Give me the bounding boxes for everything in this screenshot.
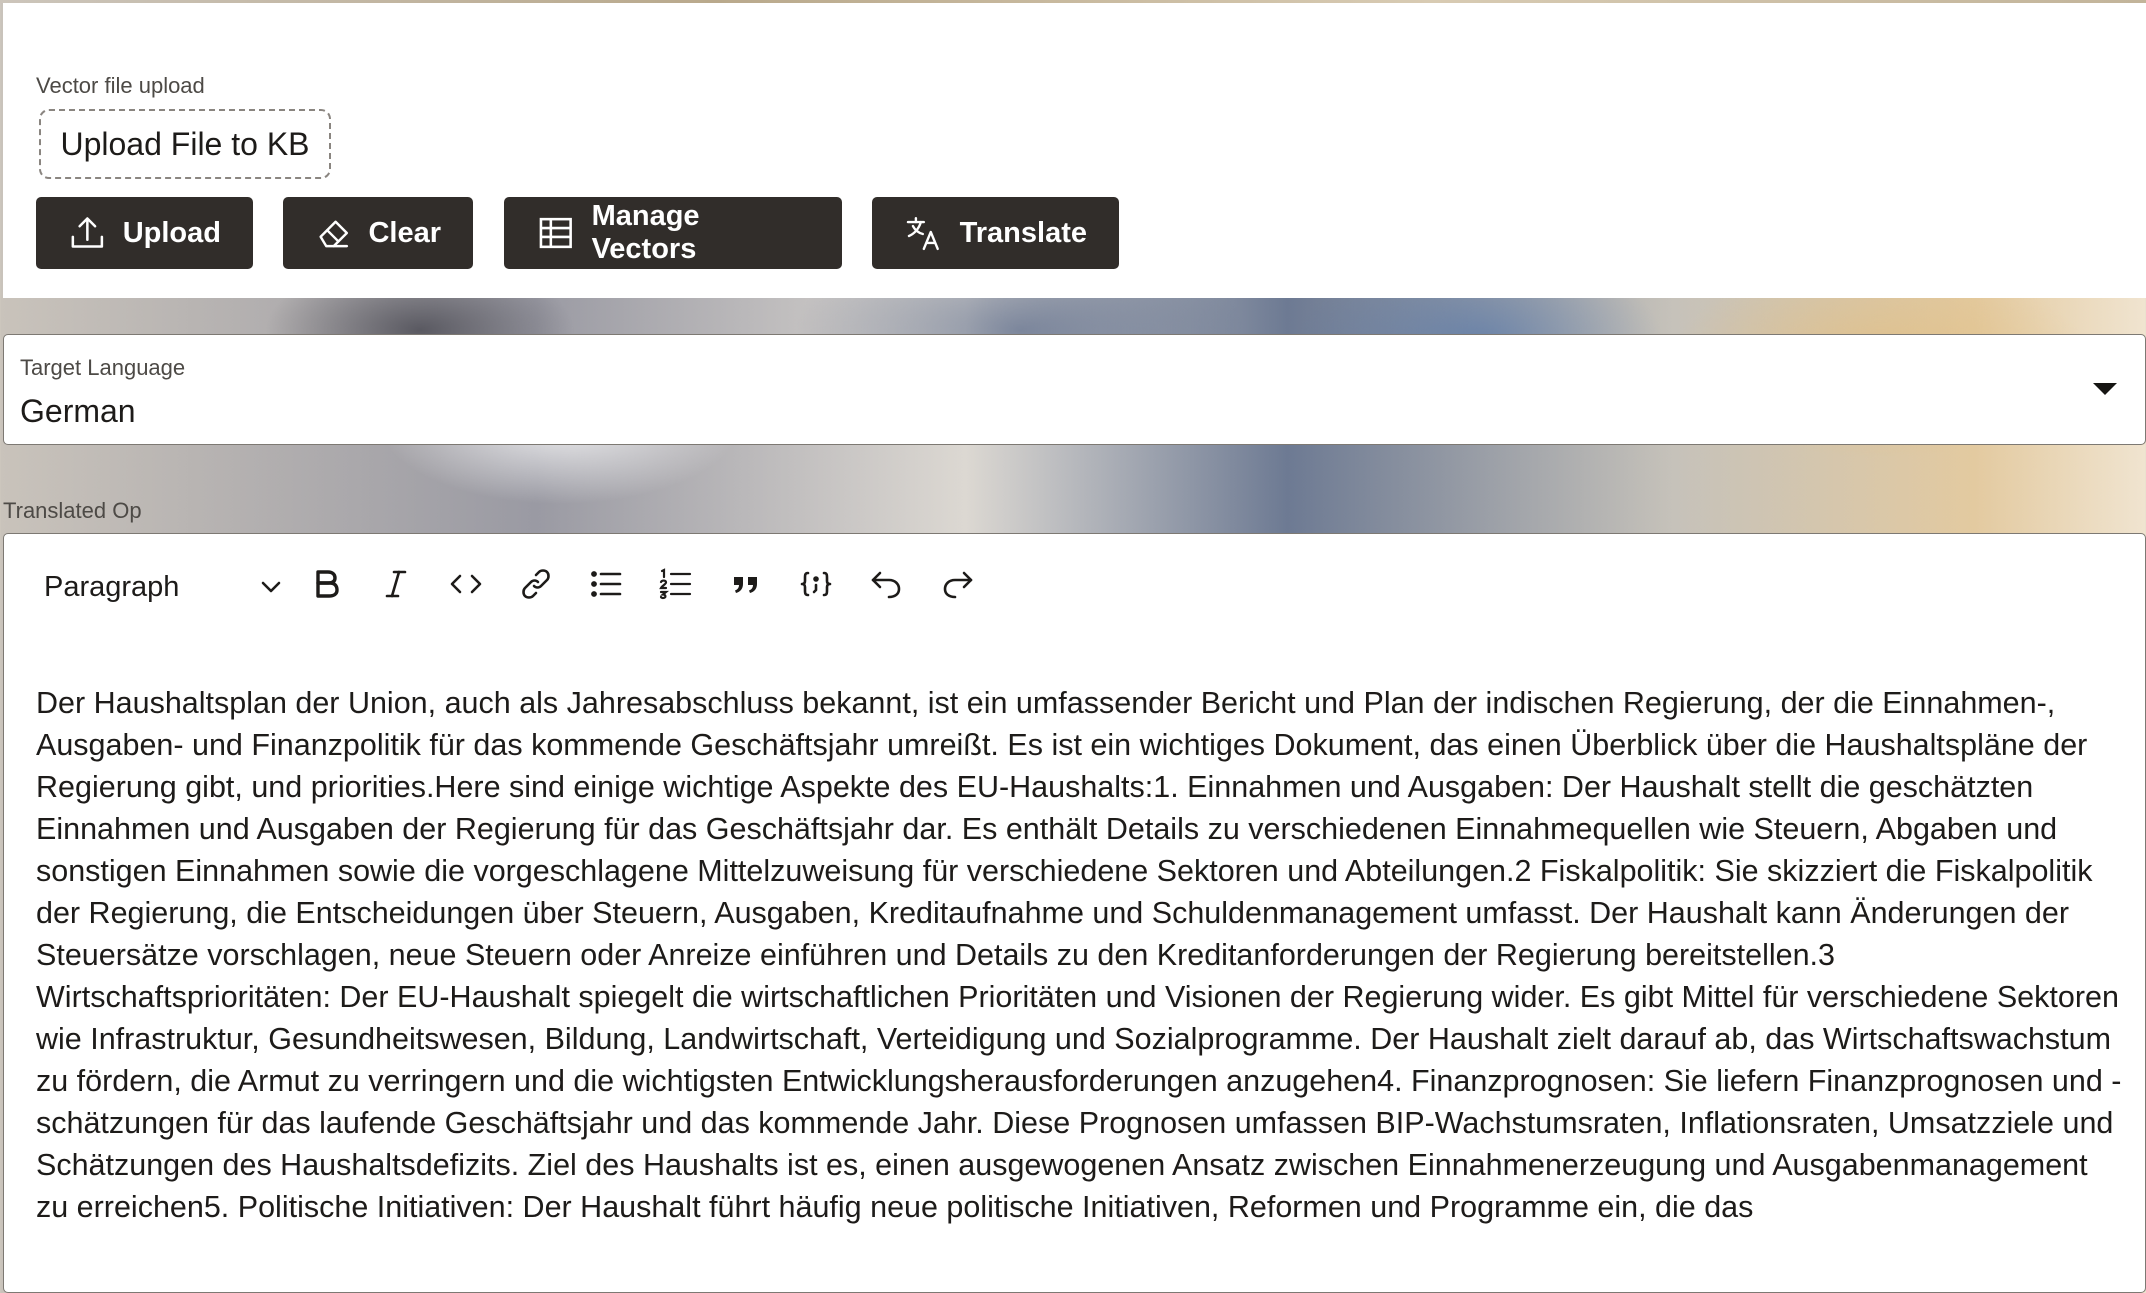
link-button[interactable]: [512, 560, 560, 608]
target-language-value: German: [20, 393, 136, 429]
eraser-icon: [319, 220, 349, 248]
block-format-value: Paragraph: [44, 570, 180, 603]
blockquote-button[interactable]: [722, 560, 770, 608]
bulleted-list-icon: [591, 571, 622, 597]
rich-text-editor: Paragraph Der Haushaltsplan der Union, a…: [3, 533, 2146, 1293]
undo-button[interactable]: [862, 560, 910, 608]
target-language-label: Target Language: [20, 355, 186, 380]
italic-button[interactable]: [372, 560, 420, 608]
clear-button-label: Clear: [368, 216, 441, 249]
chevron-down-icon: [261, 581, 281, 593]
redo-icon: [943, 571, 973, 599]
translate-icon: [906, 216, 939, 251]
bold-icon: [316, 570, 339, 598]
table-icon: [539, 217, 572, 249]
editor-content-paragraph[interactable]: Der Haushaltsplan der Union, auch als Ja…: [36, 682, 2126, 1228]
link-icon: [522, 569, 550, 599]
undo-icon: [871, 571, 901, 599]
manage-vectors-button[interactable]: Manage Vectors: [504, 197, 842, 269]
manage-vectors-button-label: Manage Vectors: [591, 200, 700, 265]
target-language-select[interactable]: Target Language German: [3, 334, 2146, 445]
code-block-icon: [800, 571, 832, 597]
upload-icon: [71, 217, 104, 248]
upload-file-dropzone[interactable]: Upload File to KB: [39, 109, 331, 179]
bold-button[interactable]: [302, 560, 350, 608]
blockquote-icon: [734, 577, 757, 593]
upload-card: Vector file upload Upload File to KB Upl…: [3, 3, 2146, 298]
code-icon: [450, 574, 482, 594]
numbered-list-icon: [659, 568, 692, 600]
dropdown-caret-icon[interactable]: [2093, 383, 2117, 395]
upload-button-label: Upload: [122, 216, 221, 249]
translated-output-label: Translated Op: [3, 498, 142, 523]
code-block-button[interactable]: [792, 560, 840, 608]
translate-button-label: Translate: [959, 216, 1087, 249]
bulleted-list-button[interactable]: [582, 560, 630, 608]
vector-file-upload-label: Vector file upload: [36, 73, 205, 98]
inline-code-button[interactable]: [442, 560, 490, 608]
redo-button[interactable]: [934, 560, 982, 608]
block-format-select[interactable]: Paragraph: [44, 562, 284, 612]
numbered-list-button[interactable]: [652, 560, 700, 608]
clear-button[interactable]: Clear: [283, 197, 473, 269]
italic-icon: [385, 570, 407, 598]
upload-button[interactable]: Upload: [36, 197, 253, 269]
translate-button[interactable]: Translate: [872, 197, 1119, 269]
upload-file-dropzone-text: Upload File to KB: [60, 125, 310, 162]
editor-toolbar: Paragraph: [4, 534, 2145, 634]
